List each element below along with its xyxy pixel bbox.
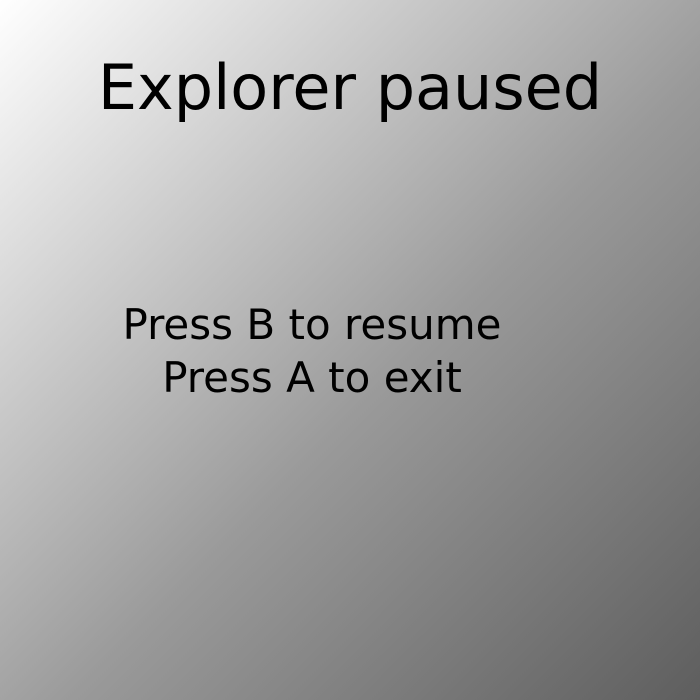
resume-instruction: Press B to resume: [122, 300, 502, 349]
pause-screen: Explorer paused Press B to resume Press …: [0, 0, 700, 700]
pause-instructions: Press B to resume Press A to exit: [0, 298, 624, 404]
pause-title: Explorer paused: [97, 51, 603, 124]
exit-instruction: Press A to exit: [162, 353, 462, 402]
